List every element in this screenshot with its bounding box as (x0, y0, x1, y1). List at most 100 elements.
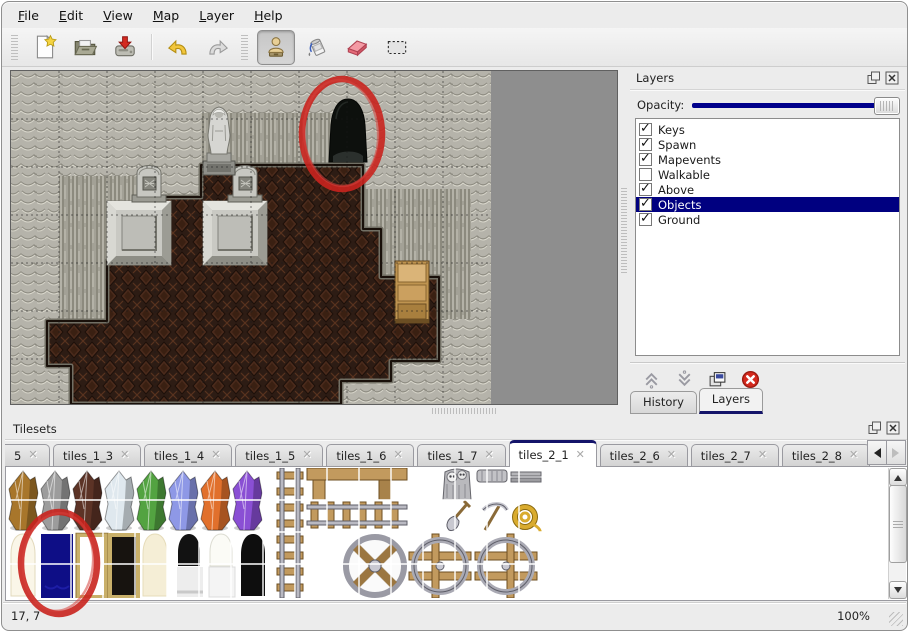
toolbar-grip-2[interactable] (241, 34, 248, 60)
menu-bar: File Edit View Map Layer Help (8, 5, 293, 27)
menu-edit[interactable]: Edit (49, 5, 93, 27)
toolbar-separator (151, 34, 152, 60)
tab-scroll-arrows (867, 440, 906, 465)
layer-label: Above (658, 183, 899, 197)
tilesets-panel-title: Tilesets (13, 422, 57, 436)
status-bar: 17, 7 100% (3, 602, 906, 629)
tab-layers[interactable]: Layers (699, 388, 763, 414)
right-arrow-icon (892, 448, 904, 458)
layers-panel-title: Layers (636, 71, 674, 85)
tab-close-icon[interactable] (667, 450, 678, 461)
new-file-button[interactable] (27, 31, 63, 64)
layers-panel: Layers Opacity: Keys (630, 68, 905, 414)
tileset-tab-tiles_2_6[interactable]: tiles_2_6 (600, 444, 688, 466)
tab-scroll-left-button[interactable] (867, 440, 887, 465)
tab-scroll-right-button[interactable] (887, 440, 906, 465)
tab-close-icon[interactable] (849, 450, 860, 461)
layer-label: Ground (658, 213, 899, 227)
tab-close-icon[interactable] (393, 450, 404, 461)
layer-visibility-checkbox[interactable] (639, 198, 652, 211)
tileset-tab-tiles_1_3[interactable]: tiles_1_3 (53, 444, 141, 466)
horizontal-splitter[interactable] (10, 406, 616, 416)
duplicate-layer-icon (708, 370, 727, 389)
save-file-button[interactable] (107, 31, 143, 64)
tab-close-icon[interactable] (302, 450, 313, 461)
close-panel-icon[interactable] (885, 71, 899, 85)
scrollbar-thumb[interactable] (889, 485, 907, 563)
eraser-tool-button[interactable] (339, 31, 375, 64)
up-arrow-icon (894, 471, 902, 481)
layer-row-walkable[interactable]: Walkable (636, 167, 899, 182)
tileset-scrollbar[interactable] (888, 468, 906, 599)
tab-close-icon[interactable] (120, 450, 131, 461)
fill-tool-button[interactable] (299, 31, 335, 64)
layer-row-ground[interactable]: Ground (636, 212, 899, 227)
tab-history[interactable]: History (630, 391, 697, 414)
scroll-up-button[interactable] (889, 468, 907, 486)
fill-tool-icon (304, 34, 330, 60)
layer-row-keys[interactable]: Keys (636, 122, 899, 137)
layer-row-spawn[interactable]: Spawn (636, 137, 899, 152)
layer-visibility-checkbox[interactable] (639, 168, 652, 181)
tileset-tab-tiles_2_7[interactable]: tiles_2_7 (691, 444, 779, 466)
float-panel-icon[interactable] (868, 421, 882, 435)
zoom-level: 100% (837, 609, 870, 623)
menu-view[interactable]: View (93, 5, 143, 27)
rect-select-tool-icon (384, 34, 410, 60)
opacity-slider[interactable] (692, 97, 900, 113)
undo-button[interactable] (160, 31, 196, 64)
redo-button[interactable] (200, 31, 236, 64)
rect-select-tool-button[interactable] (379, 31, 415, 64)
move-layer-down-button[interactable] (673, 368, 695, 390)
layer-visibility-checkbox[interactable] (639, 153, 652, 166)
tab-close-icon[interactable] (758, 450, 769, 461)
menu-layer[interactable]: Layer (189, 5, 244, 27)
layer-row-objects[interactable]: Objects (636, 197, 899, 212)
layer-label: Objects (658, 198, 899, 212)
float-panel-icon[interactable] (867, 71, 881, 85)
map-canvas[interactable] (10, 70, 618, 405)
tileset-tabs: 5 tiles_1_3 tiles_1_4 tiles_1_5 tiles_1_… (5, 440, 908, 466)
cursor-coordinates: 17, 7 (11, 609, 40, 623)
layer-row-above[interactable]: Above (636, 182, 899, 197)
map-art (11, 71, 491, 404)
tileset-tab-tiles_1_4[interactable]: tiles_1_4 (144, 444, 232, 466)
tileset-tab-tiles_1_5[interactable]: tiles_1_5 (235, 444, 323, 466)
open-file-icon (72, 34, 98, 60)
tileset-tab-tiles_1_7[interactable]: tiles_1_7 (417, 444, 505, 466)
tileset-content (5, 466, 908, 601)
toolbar-grip[interactable] (11, 34, 18, 60)
tileset-grid[interactable] (7, 468, 867, 598)
tileset-tab-tiles_2_1[interactable]: tiles_2_1 (509, 440, 597, 467)
tileset-tab-5[interactable]: 5 (5, 444, 50, 466)
tileset-tab-tiles_2_8[interactable]: tiles_2_8 (782, 444, 870, 466)
layer-visibility-checkbox[interactable] (639, 138, 652, 151)
delete-layer-button[interactable] (739, 368, 761, 390)
stamp-tool-button[interactable] (257, 30, 295, 65)
tab-close-icon[interactable] (211, 450, 222, 461)
menu-help[interactable]: Help (244, 5, 293, 27)
resize-grip[interactable] (889, 612, 903, 626)
close-panel-icon[interactable] (886, 421, 900, 435)
scroll-down-button[interactable] (889, 581, 907, 599)
opacity-slider-track[interactable] (692, 103, 898, 108)
layer-visibility-checkbox[interactable] (639, 213, 652, 226)
tab-close-icon[interactable] (576, 450, 587, 461)
open-file-button[interactable] (67, 31, 103, 64)
tileset-tab-tiles_1_6[interactable]: tiles_1_6 (326, 444, 414, 466)
menu-map[interactable]: Map (143, 5, 189, 27)
tab-close-icon[interactable] (485, 450, 496, 461)
menu-file[interactable]: File (8, 5, 49, 27)
save-file-icon (112, 34, 138, 60)
vertical-splitter[interactable] (619, 70, 629, 403)
move-layer-up-button[interactable] (640, 368, 662, 390)
layer-visibility-checkbox[interactable] (639, 123, 652, 136)
layer-visibility-checkbox[interactable] (639, 183, 652, 196)
opacity-slider-handle[interactable] (874, 97, 900, 115)
layer-row-mapevents[interactable]: Mapevents (636, 152, 899, 167)
tab-close-icon[interactable] (28, 450, 39, 461)
toolbar (2, 28, 907, 67)
dock-bottom-tabs: History Layers (630, 389, 765, 414)
duplicate-layer-button[interactable] (706, 368, 728, 390)
delete-layer-icon (741, 370, 760, 389)
